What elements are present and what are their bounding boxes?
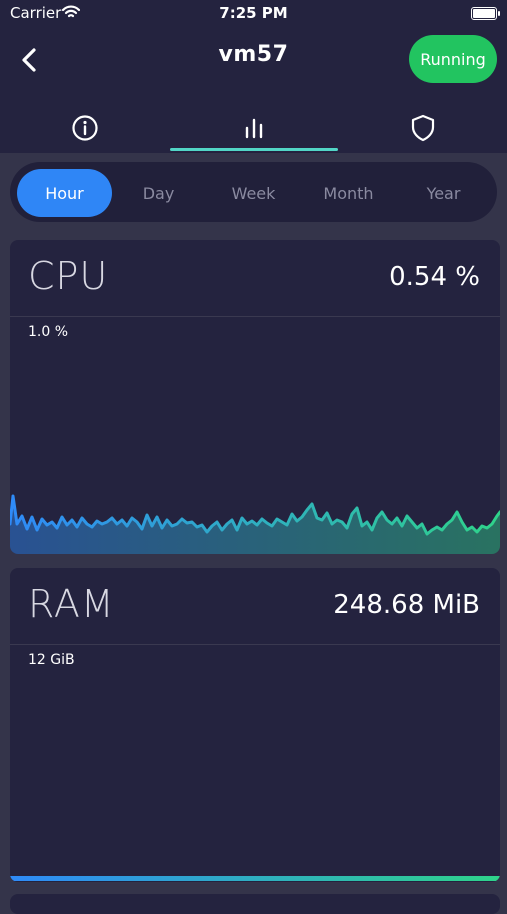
ram-usage-graph — [10, 876, 500, 881]
active-tab-indicator — [170, 148, 338, 151]
ram-value: 248.68 MiB — [333, 590, 480, 620]
top-bar: Carrier 7:25 PM vm57 Running — [0, 0, 507, 153]
cpu-usage-graph — [10, 494, 500, 554]
ram-card-header: RAM 248.68 MiB — [10, 568, 500, 645]
tab-bar — [0, 103, 507, 153]
cpu-card-header: CPU 0.54 % — [10, 240, 500, 317]
shield-icon — [411, 114, 434, 142]
cpu-max-label: 1.0 % — [28, 324, 69, 340]
range-week[interactable]: Week — [206, 169, 301, 217]
battery-icon — [471, 7, 500, 20]
ram-card: RAM 248.68 MiB 12 GiB — [10, 568, 500, 882]
range-hour[interactable]: Hour — [17, 169, 112, 217]
cpu-value: 0.54 % — [389, 262, 480, 292]
cpu-title: CPU — [28, 254, 109, 298]
tab-info[interactable] — [0, 103, 169, 153]
cpu-card: CPU 0.54 % 1.0 % — [10, 240, 500, 554]
bar-chart-icon — [245, 118, 262, 139]
ram-max-label: 12 GiB — [28, 652, 75, 668]
range-day[interactable]: Day — [111, 169, 206, 217]
time-range-selector: Hour Day Week Month Year — [10, 162, 497, 222]
next-card — [10, 894, 500, 914]
range-year[interactable]: Year — [396, 169, 491, 217]
clock: 7:25 PM — [219, 4, 288, 22]
ram-title: RAM — [28, 582, 115, 626]
tab-security[interactable] — [338, 103, 507, 153]
status-running-button[interactable]: Running — [409, 35, 497, 83]
tab-stats[interactable] — [169, 103, 338, 153]
range-month[interactable]: Month — [301, 169, 396, 217]
info-icon — [71, 115, 98, 141]
ram-graph-line — [10, 876, 500, 881]
